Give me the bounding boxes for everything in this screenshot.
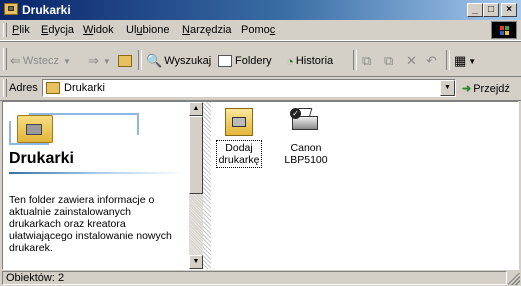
forward-button[interactable]: ⇒ ▼	[88, 53, 111, 69]
views-icon: ▦	[454, 53, 467, 68]
minimize-button[interactable]: _	[467, 3, 483, 17]
left-pane-scrollbar[interactable]: ▲ ▼	[189, 102, 203, 269]
delete-icon: ✕	[406, 53, 417, 68]
menu-narzedzia[interactable]: Narzędzia	[182, 24, 232, 36]
copy-to-icon: ⧉	[384, 53, 394, 68]
maximize-button[interactable]: □	[483, 3, 499, 17]
copy-to-button[interactable]: ⧉	[384, 53, 395, 69]
add-printer-icon	[225, 108, 253, 136]
add-printer-label: Dodaj drukarkę	[215, 140, 263, 168]
printer-label: Canon LBP5100	[284, 142, 328, 166]
undo-button[interactable]: ↶	[426, 53, 439, 69]
search-icon: 🔍	[146, 53, 163, 68]
address-bar-grip[interactable]	[3, 79, 7, 97]
title-bar: Drukarki _ □ ×	[0, 0, 521, 20]
history-button[interactable]: ◔ Historia	[286, 53, 333, 69]
printers-folder-icon	[4, 3, 18, 15]
status-bar: Obiektów: 2	[0, 270, 521, 286]
status-pane: Obiektów: 2	[2, 271, 507, 285]
add-printer-item[interactable]: Dodaj drukarkę	[211, 108, 267, 168]
address-input[interactable]: Drukarki	[42, 79, 456, 97]
content-area: Drukarki Ten folder zawiera informacje o…	[2, 101, 519, 270]
address-bar: Adres Drukarki ▼ ➜ Przejdź	[0, 76, 521, 101]
folder-banner	[9, 107, 139, 149]
standard-toolbar: ⇐ Wstecz ▼ ⇒ ▼ 🔍 Wyszukaj Foldery ◔ Hist…	[0, 42, 521, 77]
forward-dropdown-icon: ▼	[102, 56, 111, 66]
folders-icon	[218, 55, 232, 67]
menu-ulubione[interactable]: Ulubione	[126, 24, 169, 36]
move-to-icon: ⧉	[362, 53, 372, 68]
address-label: Adres	[9, 82, 38, 94]
heading-divider	[9, 172, 185, 174]
address-dropdown-button[interactable]: ▼	[440, 80, 455, 96]
windows-logo-icon	[491, 21, 517, 39]
close-button[interactable]: ×	[501, 3, 517, 17]
window-title: Drukarki	[22, 3, 71, 17]
menu-edycja[interactable]: Edycja	[41, 24, 74, 36]
scroll-up-button[interactable]: ▲	[189, 102, 203, 116]
search-button[interactable]: 🔍 Wyszukaj	[146, 53, 211, 69]
up-folder-icon	[118, 55, 132, 67]
go-arrow-icon: ➜	[462, 83, 472, 95]
menu-bar-grip[interactable]	[3, 23, 7, 37]
undo-icon: ↶	[426, 53, 437, 68]
scroll-down-button[interactable]: ▼	[189, 255, 203, 269]
menu-pomoc[interactable]: Pomoc	[241, 24, 275, 36]
menu-bar: Plik Edycja Widok Ulubione Narzędzia Pom…	[0, 20, 521, 41]
toolbar-separator	[353, 50, 357, 70]
address-value: Drukarki	[64, 82, 105, 94]
delete-button[interactable]: ✕	[406, 53, 419, 69]
go-button[interactable]: ➜ Przejdź	[462, 82, 510, 96]
toolbar-grip[interactable]	[3, 48, 7, 70]
views-button[interactable]: ▦ ▼	[454, 53, 476, 69]
pane-splitter[interactable]	[203, 102, 211, 269]
default-printer-check-icon: ✓	[290, 108, 301, 119]
printers-folder-large-icon	[17, 115, 53, 143]
up-folder-button[interactable]	[118, 53, 135, 69]
web-view-pane: Drukarki Ten folder zawiera informacje o…	[3, 102, 189, 269]
move-to-button[interactable]: ⧉	[362, 53, 373, 69]
folders-button[interactable]: Foldery	[218, 53, 272, 69]
printers-folder-icon	[46, 82, 60, 94]
menu-widok[interactable]: Widok	[83, 24, 114, 36]
status-text: Obiektów: 2	[6, 272, 65, 284]
resize-grip-icon[interactable]	[508, 273, 520, 285]
forward-arrow-icon: ⇒	[88, 53, 99, 68]
back-dropdown-icon: ▼	[62, 56, 71, 66]
pane-heading: Drukarki	[9, 150, 74, 167]
views-dropdown-icon: ▼	[468, 56, 477, 66]
back-arrow-icon: ⇐	[10, 53, 21, 68]
printer-item-canon[interactable]: ✓ Canon LBP5100	[276, 108, 336, 168]
back-button[interactable]: ⇐ Wstecz ▼	[10, 53, 71, 69]
history-icon: ◔	[286, 53, 294, 69]
menu-plik[interactable]: Plik	[12, 24, 30, 36]
toolbar-separator	[446, 50, 450, 70]
pane-description: Ten folder zawiera informacje o aktualni…	[9, 194, 172, 254]
scroll-thumb[interactable]	[189, 116, 203, 194]
printer-icon: ✓	[290, 108, 320, 136]
toolbar-separator	[138, 50, 142, 70]
